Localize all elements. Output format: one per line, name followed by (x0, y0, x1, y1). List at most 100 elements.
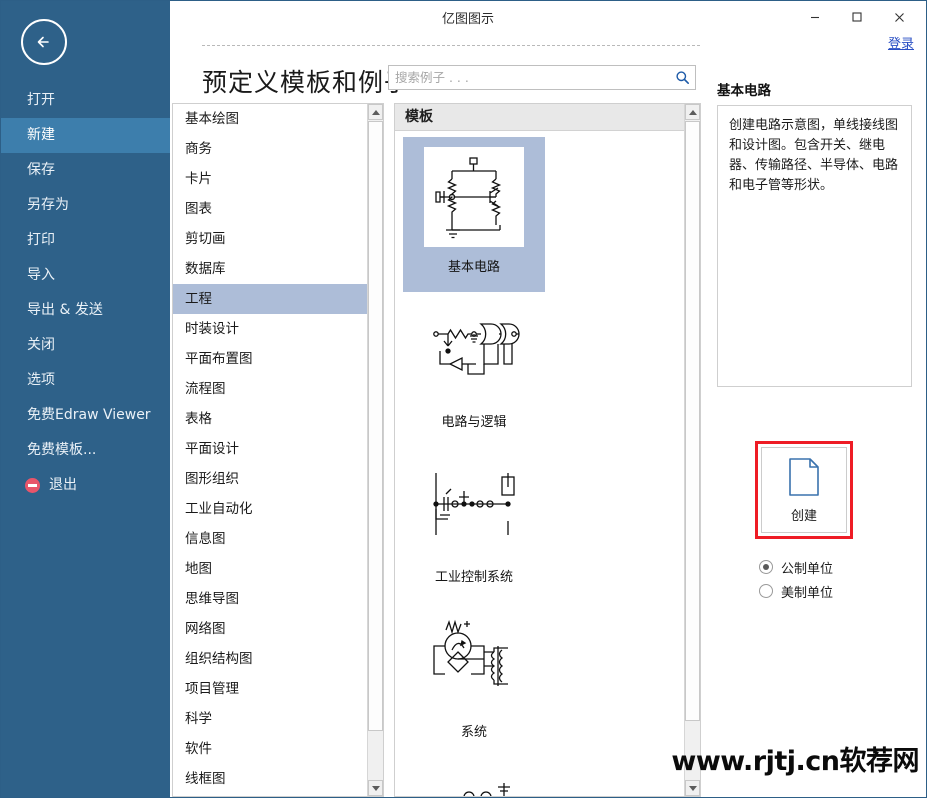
back-arrow-icon[interactable] (21, 19, 67, 65)
category-item-graphic-organizer[interactable]: 图形组织 (173, 464, 367, 494)
search-input[interactable] (389, 66, 669, 89)
category-label: 卡片 (185, 171, 212, 187)
sidebar-item-free-templates[interactable]: 免费模板... (1, 433, 170, 468)
category-item-software[interactable]: 软件 (173, 734, 367, 764)
category-item-chart[interactable]: 图表 (173, 194, 367, 224)
radio-us-units[interactable]: 美制单位 (759, 579, 926, 603)
category-label: 流程图 (185, 381, 226, 397)
radio-selected-icon (759, 560, 773, 574)
category-item-card[interactable]: 卡片 (173, 164, 367, 194)
category-item-database[interactable]: 数据库 (173, 254, 367, 284)
category-item-industrial-automation[interactable]: 工业自动化 (173, 494, 367, 524)
template-card-circuit-logic[interactable]: 电路与逻辑 (403, 292, 545, 447)
sidebar-item-import[interactable]: 导入 (1, 258, 170, 293)
template-card-industrial-control[interactable]: 工业控制系统 (403, 447, 545, 602)
category-item-science[interactable]: 科学 (173, 704, 367, 734)
sidebar-item-label: 新建 (27, 127, 55, 143)
sidebar-item-label: 选项 (27, 372, 55, 388)
radio-unselected-icon (759, 584, 773, 598)
unit-radio-group: 公制单位 美制单位 (759, 555, 926, 603)
category-item-flowchart[interactable]: 流程图 (173, 374, 367, 404)
category-scrollbar[interactable] (367, 104, 383, 796)
maximize-button[interactable] (836, 2, 878, 32)
category-item-project-management[interactable]: 项目管理 (173, 674, 367, 704)
category-label: 思维导图 (185, 591, 239, 607)
sidebar-item-label: 关闭 (27, 337, 55, 353)
minimize-button[interactable] (794, 2, 836, 32)
sidebar-item-label: 导出 & 发送 (27, 302, 103, 318)
category-label: 网络图 (185, 621, 226, 637)
template-card-process-flow[interactable]: 工艺流程图 (403, 757, 545, 796)
category-item-floor-plan[interactable]: 平面布置图 (173, 344, 367, 374)
chevron-down-icon (371, 785, 380, 791)
chevron-up-icon (371, 109, 380, 115)
radio-metric-units[interactable]: 公制单位 (759, 555, 926, 579)
new-document-icon (789, 457, 819, 496)
category-label: 数据库 (185, 261, 226, 277)
category-item-basic-drawing[interactable]: 基本绘图 (173, 104, 367, 134)
category-item-form[interactable]: 表格 (173, 404, 367, 434)
category-list: 基本绘图 商务 卡片 图表 剪切画 数据库 工程 时装设计 平面布置图 流程图 … (173, 104, 367, 796)
category-item-org-chart[interactable]: 组织结构图 (173, 644, 367, 674)
sidebar-item-label: 保存 (27, 162, 55, 178)
category-label: 项目管理 (185, 681, 239, 697)
template-scrollbar[interactable] (684, 104, 700, 796)
scroll-down-button[interactable] (368, 780, 383, 796)
info-title: 基本电路 (717, 83, 771, 99)
chevron-down-icon (688, 785, 697, 791)
category-panel: 基本绘图 商务 卡片 图表 剪切画 数据库 工程 时装设计 平面布置图 流程图 … (172, 103, 384, 797)
sidebar-item-label: 退出 (49, 477, 77, 493)
scrollbar-thumb[interactable] (685, 121, 700, 721)
category-item-wireframe[interactable]: 线框图 (173, 764, 367, 794)
industrial-control-diagram-icon (424, 457, 524, 557)
panels-row: 基本绘图 商务 卡片 图表 剪切画 数据库 工程 时装设计 平面布置图 流程图 … (170, 83, 926, 797)
category-label: 工程 (185, 291, 212, 307)
sidebar-item-options[interactable]: 选项 (1, 363, 170, 398)
template-label: 系统 (460, 725, 487, 740)
sidebar-item-save-as[interactable]: 另存为 (1, 188, 170, 223)
sidebar-item-close[interactable]: 关闭 (1, 328, 170, 363)
create-label: 创建 (790, 508, 817, 524)
template-label: 基本电路 (447, 260, 500, 275)
info-panel: 基本电路 创建电路示意图，单线接线图和设计图。包含开关、继电器、传输路径、半导体… (709, 83, 926, 797)
header-divider (202, 45, 700, 46)
category-item-fashion-design[interactable]: 时装设计 (173, 314, 367, 344)
sidebar-item-open[interactable]: 打开 (1, 83, 170, 118)
category-item-graphic-design[interactable]: 平面设计 (173, 434, 367, 464)
scrollbar-thumb[interactable] (368, 121, 383, 731)
category-item-mind-map[interactable]: 思维导图 (173, 584, 367, 614)
category-item-engineering[interactable]: 工程 (173, 284, 367, 314)
scroll-down-button[interactable] (685, 780, 700, 796)
category-label: 时装设计 (185, 321, 239, 337)
file-menu-list: 打开 新建 保存 另存为 打印 导入 导出 & 发送 关闭 选项 免费Edraw… (1, 83, 170, 503)
search-box[interactable] (388, 65, 696, 90)
template-card-system[interactable]: 系统 (403, 602, 545, 757)
template-label: 工业控制系统 (434, 570, 513, 585)
sidebar-item-exit[interactable]: 退出 (1, 468, 170, 503)
scroll-up-button[interactable] (685, 104, 700, 120)
category-item-network-diagram[interactable]: 网络图 (173, 614, 367, 644)
window-titlebar: 亿图图示 (170, 1, 926, 33)
sidebar-item-free-edraw-viewer[interactable]: 免费Edraw Viewer (1, 398, 170, 433)
search-icon[interactable] (669, 66, 695, 89)
category-item-infographic[interactable]: 信息图 (173, 524, 367, 554)
login-link[interactable]: 登录 (888, 33, 914, 52)
radio-label: 公制单位 (781, 561, 834, 577)
scroll-up-button[interactable] (368, 104, 383, 120)
chevron-up-icon (688, 109, 697, 115)
category-item-clipart[interactable]: 剪切画 (173, 224, 367, 254)
sidebar-item-export-send[interactable]: 导出 & 发送 (1, 293, 170, 328)
sidebar-item-label: 免费Edraw Viewer (27, 407, 151, 423)
template-card-basic-circuit[interactable]: 基本电路 (403, 137, 545, 292)
category-item-map[interactable]: 地图 (173, 554, 367, 584)
template-grid: 基本电路 电路与逻辑 工业控制系统 系统 (395, 131, 684, 796)
sidebar-item-print[interactable]: 打印 (1, 223, 170, 258)
close-button[interactable] (878, 2, 920, 32)
backstage-content: 亿图图示 登录 预定义模板和例子 搜索例子 . . . 基本绘图 商务 卡片 图… (170, 1, 926, 797)
category-label: 剪切画 (185, 231, 226, 247)
sidebar-item-new[interactable]: 新建 (1, 118, 170, 153)
create-button[interactable]: 创建 (761, 447, 847, 533)
sidebar-item-save[interactable]: 保存 (1, 153, 170, 188)
template-scroll-area: 模板 基本电路 电路与逻辑 工业控制系统 系统 (395, 104, 684, 796)
category-item-business[interactable]: 商务 (173, 134, 367, 164)
